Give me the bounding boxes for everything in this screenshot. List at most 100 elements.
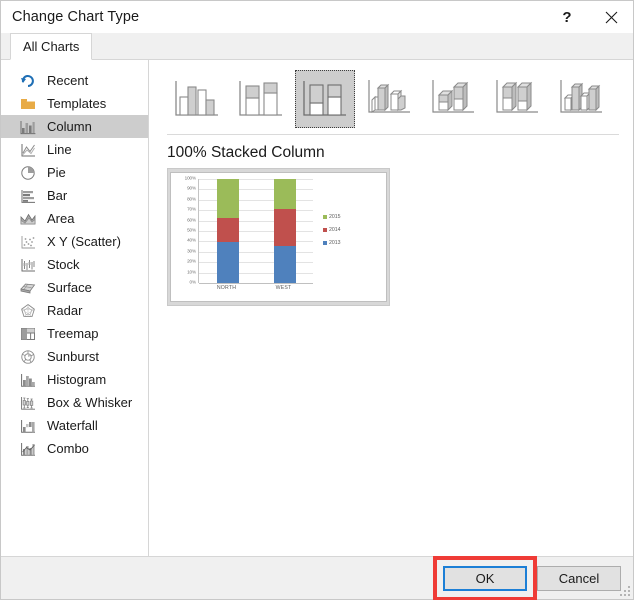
close-icon xyxy=(605,11,618,24)
y-tick: 70% xyxy=(187,206,196,212)
3d-stacked-column-icon xyxy=(432,80,474,113)
sidebar-item-label: Sunburst xyxy=(47,349,100,364)
subtype-stacked-column[interactable] xyxy=(231,70,291,128)
subtype-clustered-column[interactable] xyxy=(167,70,227,128)
subtype-3d-stacked-column[interactable] xyxy=(423,70,483,128)
y-tick: 30% xyxy=(187,248,196,254)
y-tick: 80% xyxy=(187,196,196,202)
y-axis-ticks: 100% 90% 80% 70% 60% 50% 40% 30% 20% 10% xyxy=(174,176,197,285)
subtype-100-percent-stacked-column[interactable] xyxy=(295,70,355,128)
subtype-3d-clustered-column[interactable] xyxy=(359,70,419,128)
change-chart-type-dialog: Change Chart Type ? All Charts Recent Te… xyxy=(0,0,634,600)
sidebar-item-pie[interactable]: Pie xyxy=(1,161,148,184)
sidebar-item-waterfall[interactable]: Waterfall xyxy=(1,414,148,437)
legend-label: 2013 xyxy=(329,240,341,246)
column-chart-icon xyxy=(19,118,37,136)
sidebar-item-templates[interactable]: Templates xyxy=(1,92,148,115)
legend-item: 2014 xyxy=(323,227,386,233)
treemap-icon xyxy=(19,325,37,343)
y-tick: 10% xyxy=(187,269,196,275)
page-title: Change Chart Type xyxy=(12,9,140,25)
sidebar-item-bar[interactable]: Bar xyxy=(1,184,148,207)
sidebar-item-line[interactable]: Line xyxy=(1,138,148,161)
sidebar-item-label: Pie xyxy=(47,165,66,180)
clustered-column-icon xyxy=(175,81,218,116)
sunburst-icon xyxy=(19,348,37,366)
bar-chart-icon xyxy=(19,187,37,205)
sidebar-item-label: Stock xyxy=(47,257,80,272)
3d-column-icon xyxy=(560,80,602,113)
bar-segment-2013 xyxy=(216,242,239,283)
y-tick: 90% xyxy=(187,186,196,192)
ok-button[interactable]: OK xyxy=(443,565,527,591)
legend-label: 2014 xyxy=(329,227,341,233)
x-axis-categories: NORTH WEST xyxy=(198,285,312,291)
subtype-3d-100-percent-stacked-column[interactable] xyxy=(487,70,547,128)
sidebar-item-histogram[interactable]: Histogram xyxy=(1,368,148,391)
sidebar-item-xy-scatter[interactable]: X Y (Scatter) xyxy=(1,230,148,253)
tab-strip: All Charts xyxy=(1,33,633,60)
sidebar-item-label: Box & Whisker xyxy=(47,395,133,410)
sidebar-item-stock[interactable]: Stock xyxy=(1,253,148,276)
sidebar-item-label: Combo xyxy=(47,441,89,456)
stacked-column-icon xyxy=(239,81,282,116)
box-whisker-icon xyxy=(19,394,37,412)
y-tick: 20% xyxy=(187,258,196,264)
sidebar-item-recent[interactable]: Recent xyxy=(1,69,148,92)
sidebar-item-area[interactable]: Area xyxy=(1,207,148,230)
y-tick: 40% xyxy=(187,238,196,244)
dialog-body: Recent Templates Column Line Pie Bar Are… xyxy=(1,60,633,557)
sidebar-item-sunburst[interactable]: Sunburst xyxy=(1,345,148,368)
y-tick: 50% xyxy=(187,227,196,233)
waterfall-icon xyxy=(19,417,37,435)
sidebar-item-box-whisker[interactable]: Box & Whisker xyxy=(1,391,148,414)
sidebar-item-surface[interactable]: Surface xyxy=(1,276,148,299)
bar-north xyxy=(216,179,239,283)
chart-subtype-gallery xyxy=(161,60,633,130)
title-bar-buttons: ? xyxy=(545,1,633,33)
x-tick: NORTH xyxy=(216,285,237,291)
sidebar-item-label: Column xyxy=(47,119,92,134)
sidebar-item-combo[interactable]: Combo xyxy=(1,437,148,460)
100-percent-stacked-column-icon xyxy=(303,81,346,116)
sidebar-item-label: Histogram xyxy=(47,372,107,387)
y-tick: 60% xyxy=(187,217,196,223)
resize-grip[interactable] xyxy=(618,584,630,596)
cancel-button[interactable]: Cancel xyxy=(537,565,621,591)
sidebar-item-radar[interactable]: Radar xyxy=(1,299,148,322)
sidebar-item-label: Radar xyxy=(47,303,83,318)
3d-100-percent-stacked-column-icon xyxy=(496,80,538,113)
chart-legend: 2015 2014 2013 xyxy=(321,173,386,301)
histogram-icon xyxy=(19,371,37,389)
y-tick: 0% xyxy=(189,279,197,285)
sidebar-item-label: Recent xyxy=(47,73,89,88)
area-chart-icon xyxy=(19,210,37,228)
sidebar-item-column[interactable]: Column xyxy=(1,115,148,138)
chart-preview-canvas: 100% 90% 80% 70% 60% 50% 40% 30% 20% 10% xyxy=(170,172,387,302)
bar-segment-2015 xyxy=(273,179,296,210)
recent-icon xyxy=(19,72,37,90)
sidebar-item-label: Surface xyxy=(47,280,92,295)
x-tick: WEST xyxy=(275,285,292,291)
stock-chart-icon xyxy=(19,256,37,274)
chart-preview[interactable]: 100% 90% 80% 70% 60% 50% 40% 30% 20% 10% xyxy=(167,168,390,306)
sidebar-item-label: Area xyxy=(47,211,75,226)
legend-swatch xyxy=(323,215,327,219)
sidebar-item-label: Waterfall xyxy=(47,418,98,433)
tab-all-charts[interactable]: All Charts xyxy=(10,33,93,60)
pie-chart-icon xyxy=(19,164,37,182)
sidebar-item-label: Line xyxy=(47,142,72,157)
legend-label: 2015 xyxy=(329,214,341,220)
close-button[interactable] xyxy=(589,1,633,33)
ok-button-wrapper: OK xyxy=(433,555,537,600)
sidebar-item-treemap[interactable]: Treemap xyxy=(1,322,148,345)
sidebar-item-label: X Y (Scatter) xyxy=(47,234,121,249)
bar-segment-2013 xyxy=(273,245,296,283)
3d-clustered-column-icon xyxy=(368,80,410,113)
chart-type-panel: 100% Stacked Column 100% 90% 80% 70% 60%… xyxy=(149,60,633,556)
scatter-chart-icon xyxy=(19,233,37,251)
legend-item: 2013 xyxy=(323,240,386,246)
subtype-3d-column[interactable] xyxy=(551,70,611,128)
bar-segment-2014 xyxy=(273,209,296,246)
help-button[interactable]: ? xyxy=(545,1,589,33)
